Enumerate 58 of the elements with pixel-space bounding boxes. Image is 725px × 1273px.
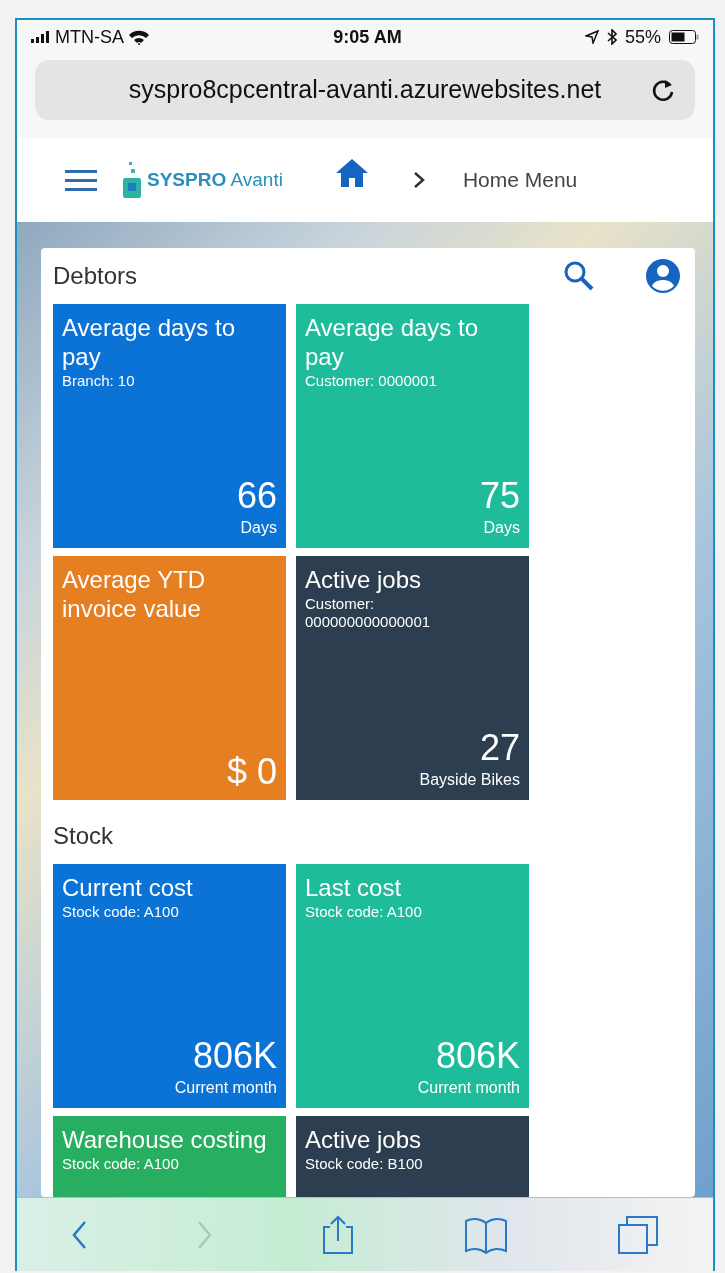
tile-title: Warehouse costing (62, 1126, 268, 1155)
signal-icon (31, 31, 51, 43)
tile-subtitle: Branch: 10 (62, 371, 136, 390)
dashboard-tile[interactable]: Current cost Stock code: A100 806K Current month (53, 864, 286, 1108)
tile-unit: Current month (416, 1078, 520, 1098)
user-avatar-icon[interactable] (645, 258, 681, 294)
tile-title: Average days to pay (305, 314, 479, 372)
menu-icon[interactable] (65, 168, 97, 192)
tile-unit: Current month (173, 1078, 277, 1098)
forward-icon (195, 1219, 212, 1250)
logo-icon (121, 160, 143, 200)
dashboard-tile[interactable]: Last cost Stock code: A100 806K Current month (296, 864, 529, 1108)
dashboard-tile[interactable]: Active jobs Stock code: B100 (296, 1116, 529, 1197)
tile-title: Active jobs (305, 566, 423, 595)
battery-percent: 55% (624, 25, 661, 49)
address-field[interactable]: syspro8cpcentral-avanti.azurewebsites.net (35, 60, 695, 120)
tile-title: Current cost (62, 874, 194, 903)
tile-title: Average days to pay (62, 314, 236, 372)
tile-subtitle: Stock code: A100 (62, 902, 180, 921)
tile-unit: Bayside Bikes (418, 770, 520, 790)
battery-icon (669, 30, 699, 44)
dashboard-tile[interactable]: Average days to pay Branch: 10 66 Days (53, 304, 286, 548)
tile-title: Last cost (305, 874, 403, 903)
breadcrumb-text: Home Menu (462, 167, 578, 194)
location-arrow-icon (584, 30, 599, 44)
tile-unit: Days (239, 518, 277, 538)
tile-title: Average YTD invoice value (62, 566, 207, 624)
logo-text: SYSPRO Avanti (147, 167, 283, 192)
dashboard-tile[interactable]: Warehouse costing Stock code: A100 (53, 1116, 286, 1197)
tabs-icon (616, 1214, 659, 1255)
chevron-right-icon (412, 171, 425, 189)
tile-value: 806K (434, 1036, 520, 1076)
section-title: Debtors (53, 261, 138, 291)
dashboard-tile[interactable]: Active jobs Customer: 000000000000001 27 Bayside Bikes (296, 556, 529, 800)
tile-unit: Days (482, 518, 520, 538)
tile-value: 66 (235, 476, 277, 516)
status-time: 9:05 AM (333, 25, 402, 49)
url-text: syspro8cpcentral-avanti.azurewebsites.net (128, 74, 602, 106)
dashboard-tile[interactable]: Average YTD invoice value $ 0 (53, 556, 286, 800)
tile-subtitle: Stock code: A100 (305, 902, 423, 921)
tile-value: 806K (191, 1036, 277, 1076)
tile-subtitle: Stock code: A100 (62, 1154, 180, 1173)
search-icon[interactable] (563, 260, 595, 292)
bluetooth-icon (606, 29, 617, 45)
tile-subtitle: Stock code: B100 (305, 1154, 424, 1173)
section-title: Stock (53, 821, 114, 851)
back-icon (71, 1219, 88, 1250)
tile-value: 27 (478, 728, 520, 768)
dashboard-tile[interactable]: Average days to pay Customer: 0000001 75 Days (296, 304, 529, 548)
tile-subtitle: Customer: 0000001 (305, 371, 438, 390)
home-icon[interactable] (334, 158, 369, 188)
tile-value: 75 (478, 476, 520, 516)
tile-title: Active jobs (305, 1126, 423, 1155)
tile-value: $ 0 (225, 752, 277, 792)
carrier-name: MTN-SA (55, 25, 124, 49)
tile-subtitle: Customer: 000000000000001 (305, 594, 432, 631)
reload-icon[interactable] (651, 77, 675, 103)
wifi-icon (128, 29, 150, 45)
